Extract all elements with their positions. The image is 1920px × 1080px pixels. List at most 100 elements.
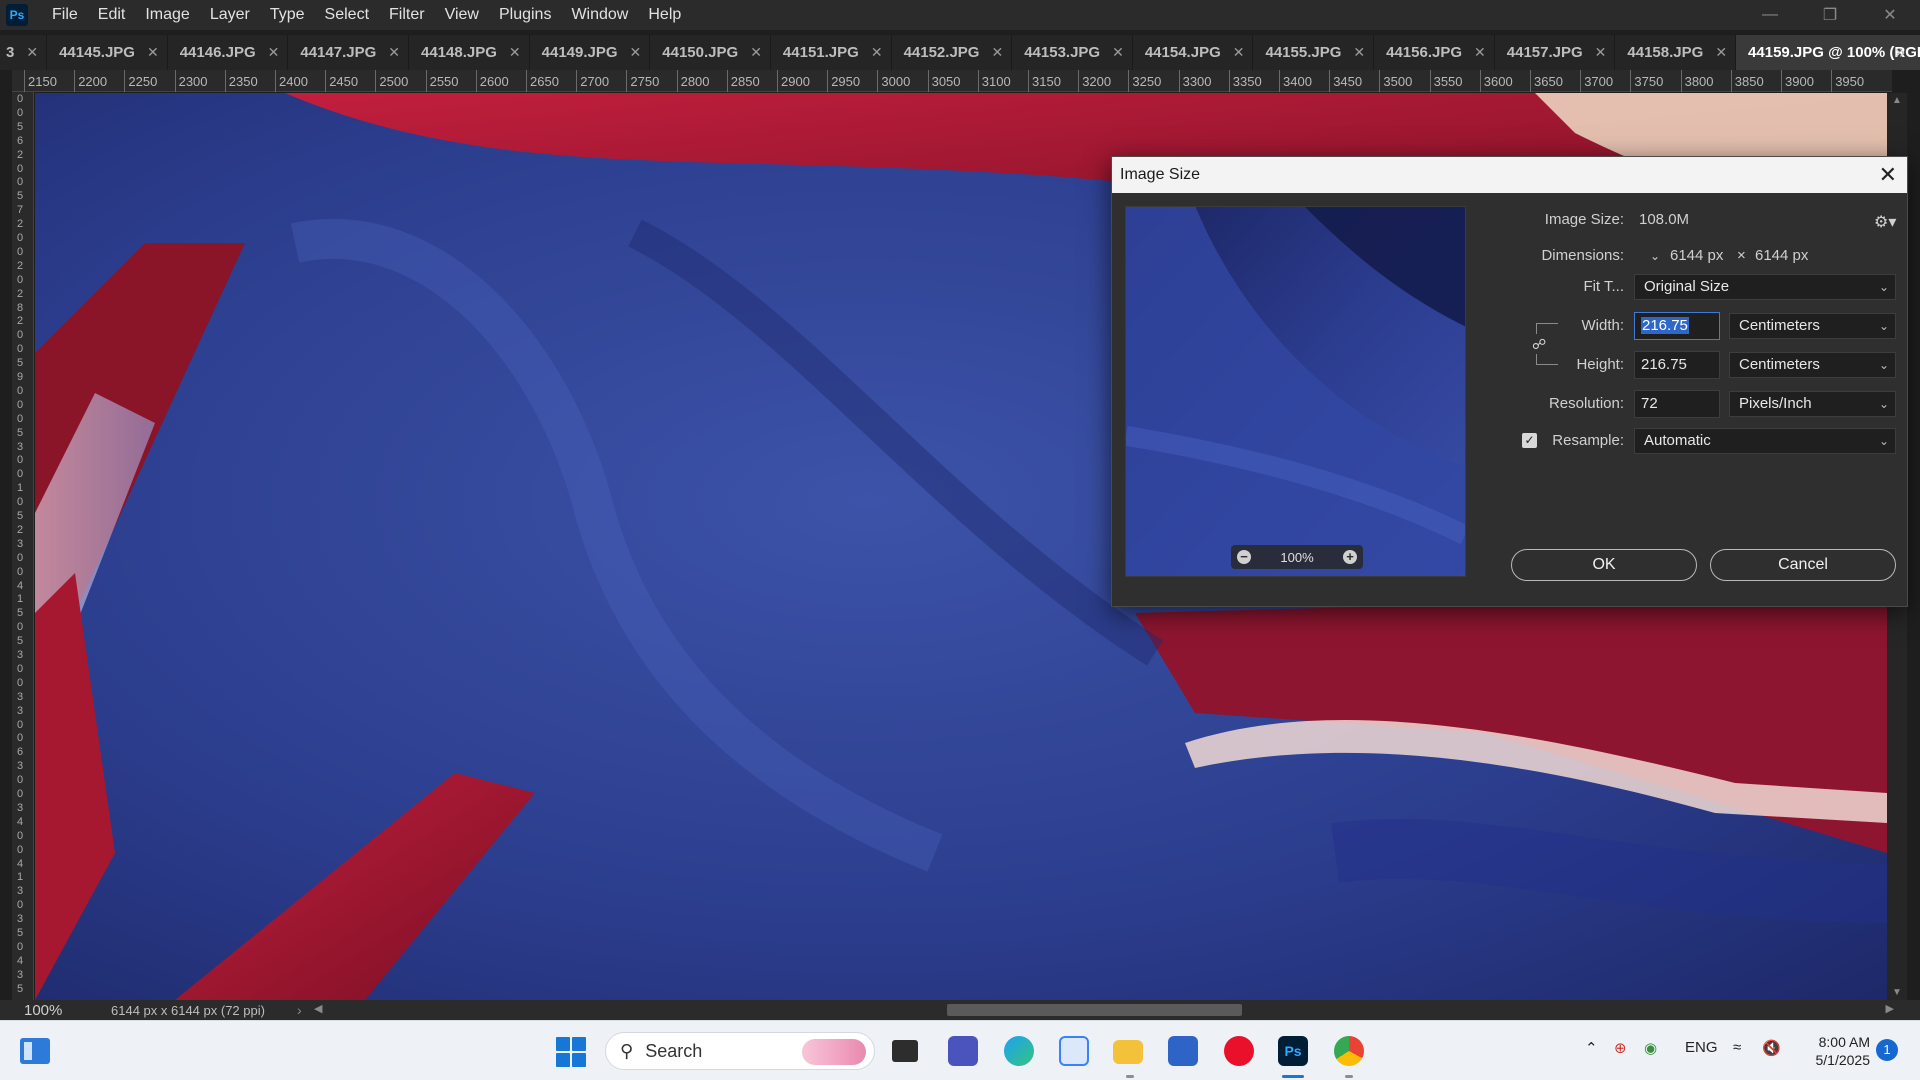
zoom-level[interactable]: 100% (0, 1002, 75, 1019)
close-icon[interactable]: ✕ (991, 44, 1003, 61)
height-input[interactable]: 216.75 (1634, 351, 1720, 379)
close-icon[interactable]: ✕ (1353, 44, 1365, 61)
menu-filter[interactable]: Filter (379, 0, 435, 30)
close-icon[interactable]: ✕ (509, 44, 521, 61)
close-icon[interactable]: ✕ (630, 44, 642, 61)
chrome-browser-icon[interactable] (1334, 1036, 1364, 1066)
status-menu-icon[interactable]: › (297, 1002, 302, 1018)
close-icon[interactable]: ✕ (1112, 44, 1124, 61)
document-tab[interactable]: 44146.JPG ✕ (168, 35, 289, 70)
document-tab[interactable]: 44145.JPG ✕ (47, 35, 168, 70)
close-icon[interactable]: ✕ (1233, 44, 1245, 61)
resample-checkbox[interactable]: ✓ (1522, 433, 1537, 448)
close-window-icon[interactable]: ✕ (1860, 0, 1920, 30)
close-icon[interactable]: ✕ (268, 44, 280, 61)
fit-to-select[interactable]: Original Size ⌄ (1634, 274, 1896, 300)
menu-window[interactable]: Window (561, 0, 638, 30)
document-tab[interactable]: 44152.JPG ✕ (892, 35, 1013, 70)
file-explorer-icon[interactable] (1113, 1040, 1143, 1064)
close-icon[interactable]: ✕ (147, 44, 159, 61)
microsoft-store-icon[interactable] (1168, 1036, 1198, 1066)
edge-browser-icon[interactable] (1004, 1036, 1034, 1066)
menu-type[interactable]: Type (260, 0, 315, 30)
document-tab[interactable]: 44157.JPG ✕ (1495, 35, 1616, 70)
opera-browser-icon[interactable] (1224, 1036, 1254, 1066)
menu-image[interactable]: Image (135, 0, 199, 30)
document-tab[interactable]: 44153.JPG ✕ (1012, 35, 1133, 70)
ruler-tick-label: 3500 (1379, 70, 1413, 92)
zoom-out-icon[interactable]: − (1237, 550, 1251, 564)
document-tab[interactable]: 44156.JPG ✕ (1374, 35, 1495, 70)
more-tabs-icon[interactable]: » (1880, 35, 1920, 70)
minimize-icon[interactable]: — (1740, 0, 1800, 30)
taskbar-search[interactable]: ⚲ Search (605, 1032, 875, 1070)
zoom-in-icon[interactable]: + (1343, 550, 1357, 564)
scroll-down-icon[interactable]: ▼ (1887, 987, 1907, 998)
wifi-icon[interactable]: ≈ (1733, 1039, 1741, 1056)
height-unit-select[interactable]: Centimeters ⌄ (1729, 352, 1896, 378)
task-view-icon[interactable] (892, 1040, 918, 1062)
ruler-tick-label: 3 (16, 537, 24, 550)
menu-help[interactable]: Help (638, 0, 691, 30)
close-icon[interactable]: ✕ (1879, 162, 1897, 188)
notification-badge[interactable]: 1 (1876, 1039, 1898, 1061)
language-indicator[interactable]: ENG (1685, 1039, 1718, 1056)
menu-edit[interactable]: Edit (88, 0, 136, 30)
gear-icon[interactable]: ⚙▾ (1874, 212, 1896, 232)
close-icon[interactable]: ✕ (388, 44, 400, 61)
menu-file[interactable]: File (42, 0, 88, 30)
teams-icon[interactable] (948, 1036, 978, 1066)
close-icon[interactable]: ✕ (26, 44, 38, 61)
taskbar-clock[interactable]: 8:00 AM 5/1/2025 (1800, 1033, 1871, 1069)
document-tab[interactable]: 44148.JPG ✕ (409, 35, 530, 70)
document-tab[interactable]: 44149.JPG ✕ (530, 35, 651, 70)
shield-icon[interactable]: ◉ (1644, 1039, 1657, 1057)
scroll-thumb[interactable] (947, 1004, 1242, 1016)
scroll-left-icon[interactable]: ◀ (314, 1002, 322, 1015)
menu-layer[interactable]: Layer (200, 0, 260, 30)
horizontal-ruler[interactable]: 2150 2200 2250 2300 2350 2400 2450 2500 2550 2600… (12, 70, 1892, 92)
dimension-height: 6144 px (1755, 247, 1809, 264)
chevron-up-icon[interactable]: ⌃ (1585, 1039, 1598, 1057)
vpn-icon[interactable]: ⊕ (1614, 1039, 1627, 1057)
vertical-ruler[interactable]: 0056200572002028200590005300105230041505… (12, 92, 34, 1000)
photoshop-taskbar-icon[interactable]: Ps (1278, 1036, 1308, 1066)
document-tab[interactable]: 44151.JPG ✕ (771, 35, 892, 70)
ok-button[interactable]: OK (1511, 549, 1697, 581)
restore-icon[interactable]: ❐ (1800, 0, 1860, 30)
volume-muted-icon[interactable]: 🔇 (1762, 1039, 1781, 1057)
ruler-tick-label: 2700 (576, 70, 610, 92)
link-icon[interactable]: ☍ (1532, 334, 1546, 354)
horizontal-scrollbar[interactable]: ◀ ▶ (310, 1000, 1900, 1020)
close-icon[interactable]: ✕ (750, 44, 762, 61)
document-tab[interactable]: 44150.JPG ✕ (650, 35, 771, 70)
document-tab[interactable]: 44155.JPG ✕ (1253, 35, 1375, 70)
resolution-unit-select[interactable]: Pixels/Inch ⌄ (1729, 391, 1896, 417)
start-windows-icon[interactable] (556, 1037, 586, 1067)
copilot-icon[interactable] (1059, 1036, 1089, 1066)
menu-bar: Ps File Edit Image Layer Type Select Fil… (0, 0, 1920, 30)
resample-select[interactable]: Automatic ⌄ (1634, 428, 1896, 454)
document-tab[interactable]: 44158.JPG ✕ (1615, 35, 1737, 70)
widgets-icon[interactable] (20, 1038, 50, 1064)
menu-select[interactable]: Select (315, 0, 379, 30)
width-input[interactable]: 216.75 (1634, 312, 1720, 340)
chevron-down-icon[interactable]: ⌄ (1645, 246, 1665, 266)
document-tab[interactable]: 44147.JPG ✕ (288, 35, 409, 70)
dialog-title-bar[interactable]: Image Size ✕ (1112, 157, 1907, 193)
menu-view[interactable]: View (435, 0, 489, 30)
width-unit-select[interactable]: Centimeters ⌄ (1729, 313, 1896, 339)
menu-plugins[interactable]: Plugins (489, 0, 561, 30)
cancel-button[interactable]: Cancel (1710, 549, 1896, 581)
image-preview[interactable]: − 100% + (1125, 206, 1466, 577)
close-icon[interactable]: ✕ (1715, 44, 1727, 61)
document-tab[interactable]: 3 ✕ (0, 35, 48, 70)
scroll-right-icon[interactable]: ▶ (1886, 1002, 1894, 1015)
close-icon[interactable]: ✕ (1474, 44, 1486, 61)
close-icon[interactable]: ✕ (871, 44, 883, 61)
resolution-input[interactable]: 72 (1634, 390, 1720, 418)
close-icon[interactable]: ✕ (1595, 44, 1607, 61)
ruler-tick-label: 0 (16, 273, 24, 286)
document-tab[interactable]: 44154.JPG ✕ (1133, 35, 1254, 70)
scroll-up-icon[interactable]: ▲ (1887, 95, 1907, 106)
